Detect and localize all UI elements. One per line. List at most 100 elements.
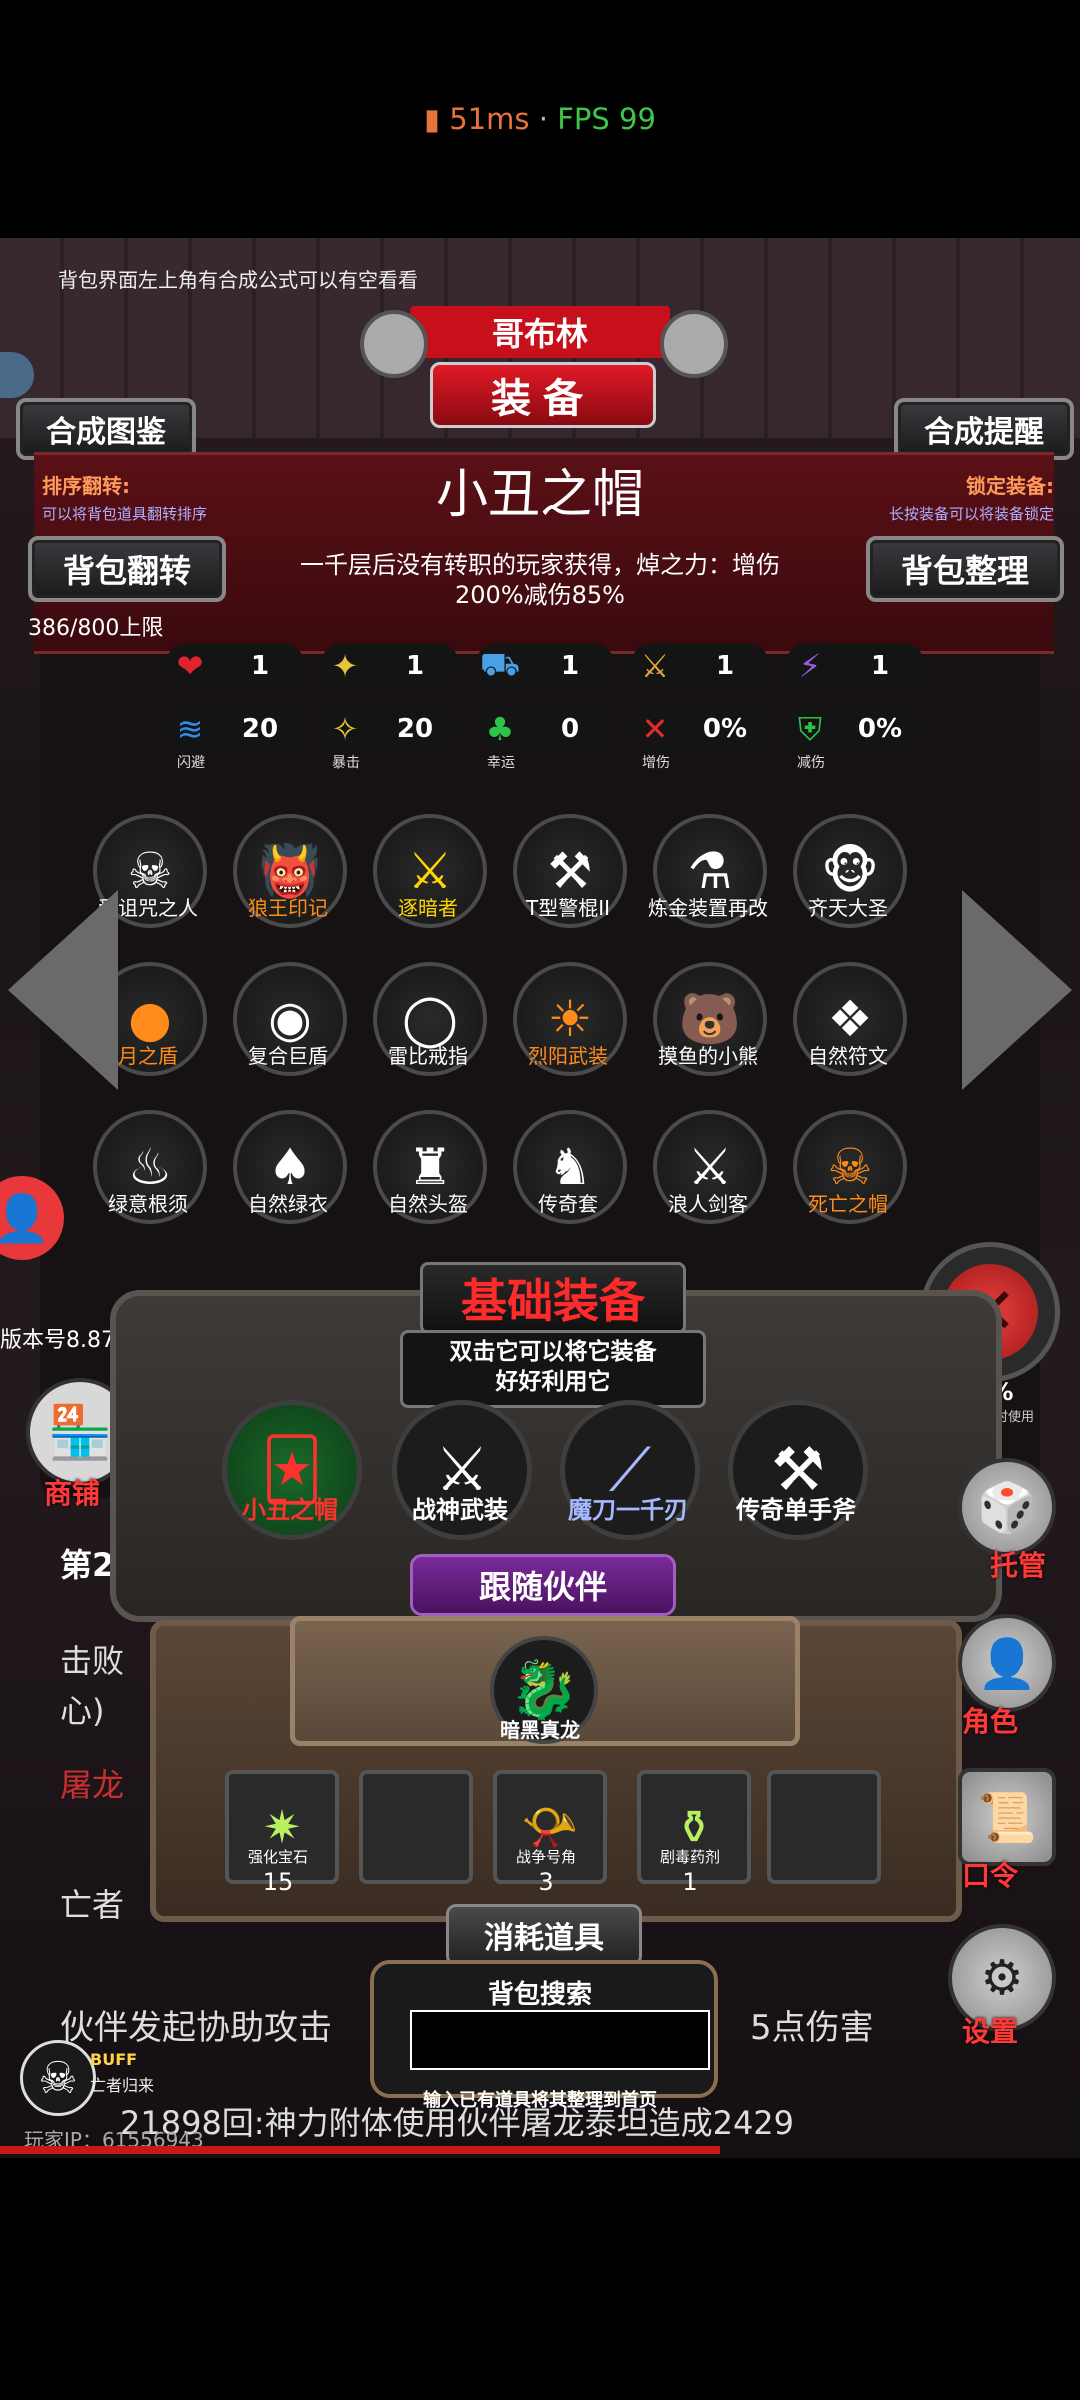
title-banner: 哥布林 装备	[360, 300, 728, 440]
bag-slot-label: 自然头盔	[388, 1192, 468, 1216]
bag-sort-button[interactable]: 背包整理	[866, 536, 1064, 602]
search-hint: 输入已有道具将其整理到首页	[423, 2090, 657, 2111]
log-line-5: 亡者	[60, 1886, 125, 1924]
stat-value: 0%	[702, 714, 748, 744]
lightning-icon: ⚡	[798, 647, 822, 685]
stat-primary-1: ✦ 1	[320, 643, 460, 689]
buff-skull-icon[interactable]: ☠	[20, 2040, 96, 2116]
bag-slot-label: 自然绿衣	[248, 1192, 328, 1216]
damage-boost-icon: ✕	[641, 710, 669, 748]
skull-ornament-left	[360, 310, 428, 378]
basic-equip-label: 魔刀一千刃	[568, 1496, 688, 1524]
settings-label[interactable]: 设置	[962, 2010, 1018, 2050]
consumable-count: 3	[538, 1868, 554, 1896]
log-line-2: 击败	[60, 1642, 125, 1680]
log-line-6: 伙伴发起协助攻击	[60, 2008, 332, 2048]
car-icon: ⛟	[479, 645, 521, 683]
code-book-icon[interactable]: 📜	[958, 1768, 1056, 1866]
bag-slot-label: 复合巨盾	[248, 1044, 328, 1068]
bag-slot-label: 逐暗者	[398, 896, 458, 920]
stat-secondary-3: ✕ 0%	[630, 706, 770, 752]
search-input[interactable]	[410, 2010, 710, 2070]
sword-icon: ⚔	[640, 647, 670, 685]
prev-page-arrow[interactable]	[8, 890, 118, 1090]
stat-primary-0: ❤ 1	[165, 643, 305, 689]
bag-slot-label: 雷比戒指	[388, 1044, 468, 1068]
stat-label: 幸运	[487, 755, 515, 771]
companion-title: 跟随伙伴	[410, 1554, 676, 1616]
basic-equip-title: 基础装备	[420, 1262, 686, 1334]
bag-slot-label: 传奇套	[538, 1192, 598, 1216]
ping-value: 51ms	[449, 102, 530, 136]
page-title: 装备	[430, 362, 656, 428]
tip-text: 背包界面左上角有合成公式可以有空看看	[58, 268, 418, 292]
basic-equip-label: 传奇单手斧	[736, 1496, 856, 1524]
clover-icon: ♣	[485, 710, 515, 748]
stat-value: 20	[396, 714, 434, 744]
stat-primary-3: ⚔ 1	[630, 643, 770, 689]
dice-icon[interactable]: 🎲	[958, 1458, 1056, 1556]
consumables-title: 消耗道具	[446, 1904, 642, 1966]
bag-slot-label: 摸鱼的小熊	[658, 1044, 758, 1068]
bag-flip-button[interactable]: 背包翻转	[28, 536, 226, 602]
consumable-label: 剧毒药剂	[659, 1848, 720, 1866]
stat-secondary-2: ♣ 0	[475, 706, 615, 752]
bag-slot-label: 炼金装置再改	[648, 896, 768, 920]
role-icon[interactable]: 👤	[958, 1614, 1056, 1712]
bag-slot-label: T型警棍II	[525, 896, 610, 920]
skull-ornament-right	[660, 310, 728, 378]
armor-icon: ✦	[331, 647, 359, 685]
stat-label: 闪避	[177, 755, 205, 771]
bag-slot-label: 烈阳武装	[528, 1044, 608, 1068]
location-name: 哥布林	[410, 306, 670, 358]
stat-label: 减伤	[797, 755, 825, 771]
consumable-count: 1	[682, 1868, 698, 1896]
bag-slot-label: 绿意根须	[108, 1192, 188, 1216]
log-line-6b: 5点伤害	[750, 2008, 874, 2048]
stat-label: 增伤	[642, 755, 670, 771]
buff-desc: 亡者归来	[90, 2076, 155, 2095]
bag-slot-label: 浪人剑客	[668, 1192, 748, 1216]
stat-value: 1	[250, 651, 270, 681]
version-label: 版本号8.87	[0, 1328, 115, 1353]
consumable-label: 战争号角	[515, 1848, 576, 1866]
buff-label: BUFF	[90, 2050, 138, 2069]
stat-value: 0	[560, 714, 580, 744]
item-name: 小丑之帽	[435, 465, 644, 525]
stat-secondary-1: ✧ 20	[320, 706, 460, 752]
manage-label[interactable]: 托管	[990, 1544, 1046, 1584]
stat-label: 暴击	[332, 755, 360, 771]
basic-equip-hint: 双击它可以将它装备 好好利用它	[400, 1330, 706, 1408]
signal-icon: ▮	[424, 102, 441, 136]
log-line-4: 屠龙	[60, 1766, 125, 1804]
log-line-3: 心)	[60, 1692, 105, 1730]
consumable-count: 15	[262, 1868, 294, 1896]
fps-value: FPS 99	[557, 102, 656, 136]
perf-overlay: ▮ 51ms · FPS 99	[424, 102, 656, 136]
code-label[interactable]: 口令	[962, 1854, 1018, 1894]
stat-secondary-0: ≋ 20	[165, 706, 305, 752]
consumable-slot[interactable]	[767, 1770, 881, 1884]
bag-capacity: 386/800上限	[28, 616, 164, 641]
next-page-arrow[interactable]	[962, 890, 1072, 1090]
companion-name: 暗黑真龙	[500, 1718, 580, 1742]
bag-slot-label: 齐天大圣	[808, 896, 888, 920]
basic-equip-label: 战神武装	[412, 1496, 508, 1524]
heart-icon: ❤	[176, 647, 204, 685]
consumable-slot[interactable]	[359, 1770, 473, 1884]
consumable-label: 强化宝石	[247, 1848, 308, 1866]
stat-value: 1	[870, 651, 890, 681]
shop-label[interactable]: 商铺	[44, 1472, 100, 1512]
stat-value: 0%	[857, 714, 903, 744]
synth-remind-button[interactable]: 合成提醒	[894, 398, 1074, 460]
stat-value: 1	[405, 651, 425, 681]
role-label[interactable]: 角色	[962, 1700, 1018, 1740]
shield-icon: ⛨	[797, 709, 822, 748]
basic-equip-label: 小丑之帽	[242, 1496, 338, 1524]
log-line-1: 第2	[60, 1546, 115, 1584]
stat-primary-4: ⚡ 1	[785, 643, 925, 689]
search-title: 背包搜索	[487, 1980, 592, 2010]
stat-value: 20	[241, 714, 279, 744]
stat-value: 1	[560, 651, 580, 681]
synth-guide-button[interactable]: 合成图鉴	[16, 398, 196, 460]
